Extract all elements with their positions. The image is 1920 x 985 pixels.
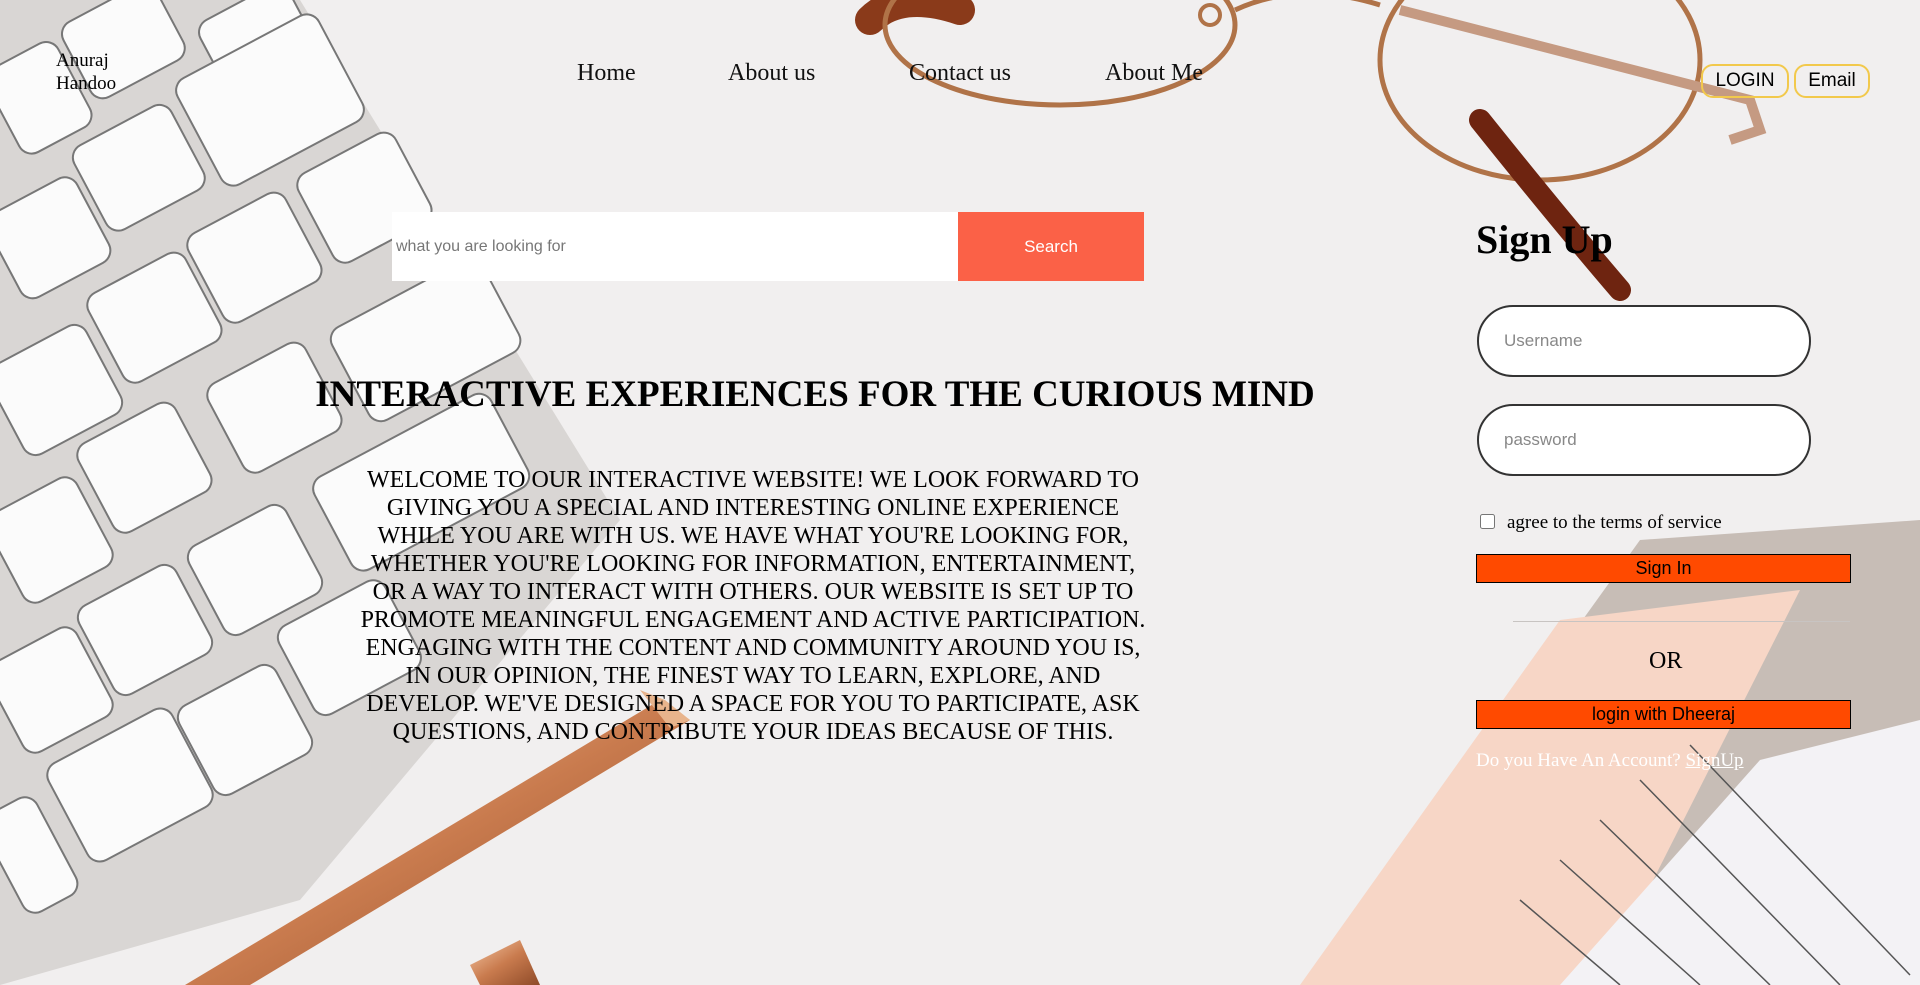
email-button[interactable]: Email	[1794, 64, 1870, 98]
search-bar: Search	[392, 212, 1144, 281]
login-with-dheeraj-button[interactable]: login with Dheeraj	[1476, 700, 1851, 729]
terms-agreement: agree to the terms of service	[1480, 510, 1722, 533]
account-prompt: Do you Have An Account? SignUp	[1476, 750, 1744, 772]
nav-about-me[interactable]: About Me	[1105, 60, 1203, 87]
brand-name: Anuraj Handoo	[56, 49, 146, 95]
divider	[1513, 621, 1850, 622]
username-input[interactable]	[1477, 305, 1811, 377]
signup-title: Sign Up	[1476, 217, 1613, 262]
account-prompt-text: Do you Have An Account?	[1476, 750, 1681, 771]
page: Anuraj Handoo Home About us Contact us A…	[0, 0, 1920, 985]
search-button[interactable]: Search	[958, 212, 1144, 281]
terms-label: agree to the terms of service	[1507, 512, 1722, 533]
terms-checkbox[interactable]	[1480, 513, 1495, 529]
hero-title: INTERACTIVE EXPERIENCES FOR THE CURIOUS …	[315, 374, 1315, 415]
sign-in-button[interactable]: Sign In	[1476, 554, 1851, 583]
brand-line-2: Handoo	[56, 73, 117, 94]
hero-description: WELCOME TO OUR INTERACTIVE WEBSITE! WE L…	[360, 467, 1146, 745]
nav-contact-us[interactable]: Contact us	[909, 60, 1011, 87]
brand-line-1: Anuraj	[56, 50, 109, 71]
signup-link[interactable]: SignUp	[1685, 750, 1743, 771]
login-button[interactable]: LOGIN	[1701, 64, 1789, 98]
nav-about-us[interactable]: About us	[728, 60, 815, 87]
password-input[interactable]	[1477, 404, 1811, 476]
search-input[interactable]	[392, 212, 958, 281]
or-separator: OR	[1649, 648, 1683, 674]
nav-home[interactable]: Home	[577, 60, 636, 87]
